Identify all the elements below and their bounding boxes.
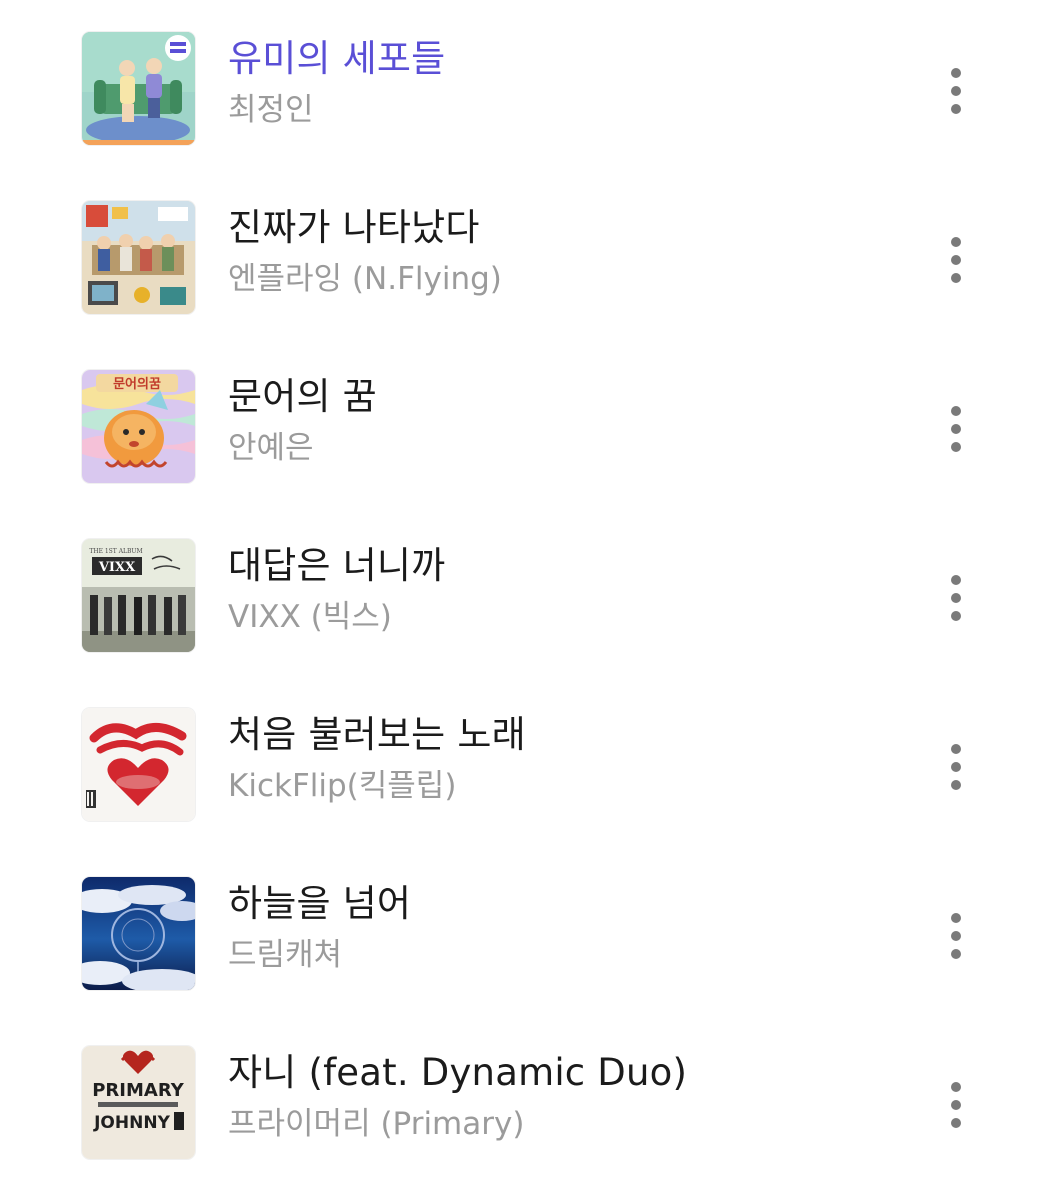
track-info: 하늘을 넘어 드림캐쳐: [228, 879, 908, 979]
track-row[interactable]: 문어의꿈 문어의 꿈 안예은: [0, 358, 1054, 527]
track-title: 문어의 꿈: [228, 375, 377, 418]
album-art-octopus-dream: 문어의꿈: [82, 370, 195, 483]
more-vertical-icon[interactable]: [930, 901, 982, 971]
track-title: 진짜가 나타났다: [228, 206, 480, 249]
octopus-cover-text: 문어의꿈: [113, 376, 161, 392]
track-info: 문어의 꿈 안예은: [228, 372, 908, 472]
track-row[interactable]: 진짜가 나타났다 엔플라잉 (N.Flying): [0, 189, 1054, 358]
track-list: 유미의 세포들 최정인 진짜가 나타났다 엔플라잉 (N.Flying) 문어의…: [0, 20, 1054, 1203]
track-row[interactable]: PRIMARY JOHNNY 자니 (feat. Dynamic Duo) 프라…: [0, 1034, 1054, 1203]
album-art-nflying: [82, 201, 195, 314]
track-info: 대답은 너니까 VIXX (빅스): [228, 541, 908, 641]
track-info: 진짜가 나타났다 엔플라잉 (N.Flying): [228, 203, 908, 303]
track-artist: VIXX (빅스): [228, 599, 392, 635]
more-vertical-icon[interactable]: [930, 563, 982, 633]
track-title: 하늘을 넘어: [228, 882, 412, 925]
track-info: 처음 불러보는 노래 KickFlip(킥플립): [228, 710, 908, 810]
track-title: 자니 (feat. Dynamic Duo): [228, 1051, 688, 1094]
album-art-primary-johnny: PRIMARY JOHNNY: [82, 1046, 195, 1159]
more-vertical-icon[interactable]: [930, 225, 982, 295]
track-artist: 드림캐쳐: [228, 937, 343, 973]
track-title: 처음 불러보는 노래: [228, 713, 526, 756]
primary-cover-title: PRIMARY: [92, 1080, 184, 1101]
vixx-album-label: THE 1ST ALBUM: [89, 548, 142, 555]
track-row[interactable]: 하늘을 넘어 드림캐쳐: [0, 865, 1054, 1034]
more-vertical-icon[interactable]: [930, 1070, 982, 1140]
vixx-brand-text: VIXX: [98, 560, 136, 575]
more-vertical-icon[interactable]: [930, 56, 982, 126]
track-artist: KickFlip(킥플립): [228, 768, 457, 804]
album-art-yumi-cells: [82, 32, 195, 145]
more-vertical-icon[interactable]: [930, 394, 982, 464]
album-art-kickflip: [82, 708, 195, 821]
more-vertical-icon[interactable]: [930, 732, 982, 802]
track-row[interactable]: 유미의 세포들 최정인: [0, 20, 1054, 189]
primary-cover-subtitle: JOHNNY: [93, 1113, 170, 1133]
track-row[interactable]: THE 1ST ALBUM VIXX 대답은 너니까 VIXX (빅스): [0, 527, 1054, 696]
track-artist: 안예은: [228, 430, 314, 466]
track-info: 자니 (feat. Dynamic Duo) 프라이머리 (Primary): [228, 1048, 908, 1148]
album-art-dreamcatcher: [82, 877, 195, 990]
track-artist: 프라이머리 (Primary): [228, 1106, 525, 1142]
track-artist: 최정인: [228, 92, 314, 128]
track-row[interactable]: 처음 불러보는 노래 KickFlip(킥플립): [0, 696, 1054, 865]
track-artist: 엔플라잉 (N.Flying): [228, 261, 502, 297]
track-info: 유미의 세포들 최정인: [228, 34, 908, 134]
track-title: 대답은 너니까: [228, 544, 446, 587]
track-title: 유미의 세포들: [228, 37, 446, 80]
album-art-vixx: THE 1ST ALBUM VIXX: [82, 539, 195, 652]
